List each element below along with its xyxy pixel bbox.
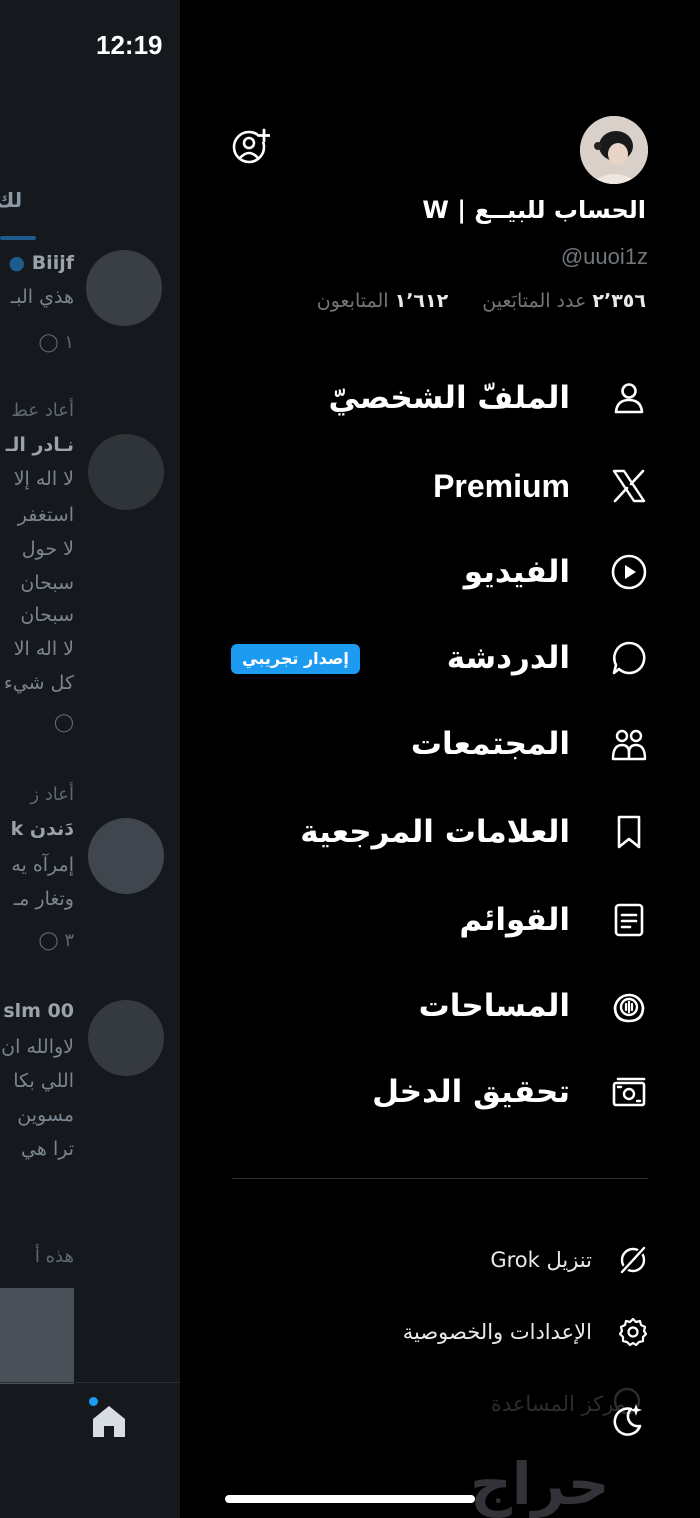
feed-post-text: اللي بكا (13, 1070, 74, 1092)
x-logo-icon (612, 469, 646, 503)
moon-sparkle-icon[interactable] (609, 1402, 645, 1438)
bookmark-icon (617, 815, 641, 849)
feed-post-text: كل شيء (3, 672, 74, 694)
feed-post-text: سبحان (20, 604, 74, 626)
play-icon (611, 554, 647, 590)
help-center-label[interactable]: مركز المساعدة (491, 1392, 626, 1416)
feed-post-author: slm 00 (3, 1000, 74, 1022)
feed-tab-for-you[interactable]: لك (0, 188, 26, 212)
status-time: 12:19 (96, 30, 163, 60)
menu-item-settings[interactable]: الإعدادات والخصوصية (228, 1312, 648, 1352)
menu-item-profile[interactable]: الملفّ الشخصيّ (228, 368, 648, 428)
menu-label: المساحات (418, 988, 570, 1024)
feed-post-text: إمرآه يه (11, 854, 74, 876)
following-label: عدد المتابَعين (482, 290, 587, 312)
feed-post-author: دَندن k (10, 818, 74, 840)
spaces-icon (613, 993, 645, 1023)
menu-label: تحقيق الدخل (372, 1074, 570, 1110)
feed-post-text: لاوالله ان (1, 1036, 74, 1058)
feed-avatar[interactable] (88, 434, 164, 510)
feed-avatar[interactable] (86, 250, 162, 326)
menu-label: الفيديو (463, 554, 570, 590)
feed-post-author: نـادر الـ (5, 434, 74, 456)
add-account-icon[interactable] (232, 128, 270, 166)
following-count: ٢٬٣٥٦ (592, 290, 646, 312)
beta-badge: إصدار تجريبي (231, 644, 360, 674)
communities-icon (611, 729, 647, 761)
profile-avatar[interactable] (580, 116, 648, 184)
feed-post-text: ترا هي (21, 1138, 74, 1160)
background-feed[interactable]: لك Biijf ● هذي البـ ١ ◯ أعاد عط نـادر ال… (0, 0, 180, 1518)
follow-stats[interactable]: ٢٬٣٥٦ عدد المتابَعين ١٬٦١٢ المتابعون (317, 290, 646, 312)
avatar-image (580, 116, 648, 184)
menu-label: القوائم (459, 902, 570, 938)
gear-icon (618, 1317, 648, 1347)
feed-post-text: وتغار مـ (13, 888, 74, 910)
menu-label: Premium (433, 467, 570, 504)
tab-bar-divider (0, 1382, 180, 1383)
grok-icon (619, 1245, 647, 1275)
monetization-icon (612, 1077, 646, 1107)
feed-footer-text: هذه أ (34, 1246, 74, 1267)
menu-label: الإعدادات والخصوصية (402, 1320, 592, 1344)
chat-icon (612, 641, 646, 675)
followers-count: ١٬٦١٢ (394, 290, 449, 312)
haraj-watermark: حراج (470, 1450, 610, 1518)
feed-tab-indicator (0, 236, 36, 240)
profile-display-name[interactable]: الحساب للبيــع | W (422, 196, 646, 224)
profile-icon (614, 383, 644, 414)
menu-label: الدردشة (446, 640, 570, 676)
feed-repost-label: أعاد عط (11, 400, 74, 421)
feed-media-thumbnail[interactable] (0, 1288, 74, 1384)
menu-item-spaces[interactable]: المساحات (228, 976, 648, 1036)
feed-post-text: لا اله إلا (13, 468, 74, 490)
feed-post-text: استغفر (17, 504, 74, 526)
lists-icon (614, 903, 644, 937)
menu-item-bookmarks[interactable]: العلامات المرجعية (228, 802, 648, 862)
menu-item-communities[interactable]: المجتمعات (228, 714, 648, 774)
profile-handle[interactable]: @uuoi1z (561, 244, 648, 270)
feed-avatar[interactable] (88, 1000, 164, 1076)
home-icon[interactable] (90, 1402, 128, 1440)
menu-item-download-grok[interactable]: تنزيل Grok (228, 1240, 648, 1280)
menu-item-video[interactable]: الفيديو (228, 542, 648, 602)
menu-item-monetization[interactable]: تحقيق الدخل (228, 1062, 648, 1122)
menu-label: الملفّ الشخصيّ (328, 380, 570, 416)
menu-label: العلامات المرجعية (300, 814, 570, 850)
menu-item-premium[interactable]: Premium (228, 456, 648, 516)
feed-post-author: Biijf ● (8, 252, 74, 274)
home-indicator[interactable] (225, 1495, 475, 1503)
feed-reply-count[interactable]: ١ ◯ (38, 332, 74, 353)
menu-label: المجتمعات (410, 726, 570, 762)
menu-divider (232, 1178, 648, 1179)
feed-reply-count[interactable]: ٣ ◯ (38, 930, 74, 951)
feed-repost-label: أعاد ز (30, 784, 74, 805)
feed-post-text: سبحان (20, 572, 74, 594)
feed-post-text: هذي البـ (10, 286, 74, 308)
feed-post-text: لا اله الا (13, 638, 74, 660)
menu-item-lists[interactable]: القوائم (228, 890, 648, 950)
feed-post-text: مسوين (17, 1104, 74, 1126)
followers-label: المتابعون (316, 290, 389, 312)
feed-avatar[interactable] (88, 818, 164, 894)
feed-reply-icon[interactable]: ◯ (54, 712, 74, 733)
menu-label: تنزيل Grok (490, 1248, 592, 1272)
feed-post-text: لا حول (21, 538, 74, 560)
